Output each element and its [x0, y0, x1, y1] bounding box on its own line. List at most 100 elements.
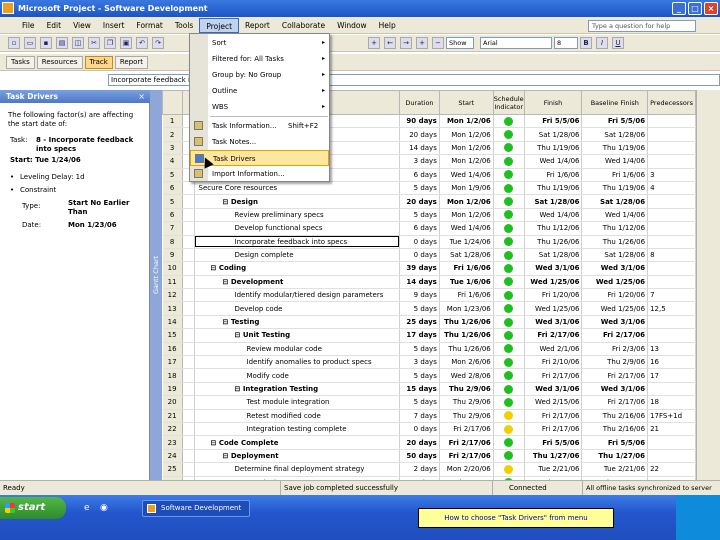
finish-date[interactable]: Thu 1/19/06: [524, 141, 583, 156]
task-name[interactable]: Determine final deployment strategy: [194, 462, 401, 477]
finish-date[interactable]: Wed 3/1/06: [524, 261, 583, 276]
finish-date[interactable]: Sat 1/28/06: [524, 194, 583, 209]
baseline-finish[interactable]: Fri 1/6/06: [581, 168, 649, 182]
table-row[interactable]: 25 Determine final deployment strategy 2 d…: [162, 462, 696, 477]
table-row[interactable]: 13 Develop code 5 days Mon 1/23/06 Wed 1/25/…: [162, 301, 696, 316]
info-cell[interactable]: [182, 449, 195, 464]
collapse-icon[interactable]: ⊟: [223, 278, 231, 286]
task-name[interactable]: ⊟ Deployment: [194, 449, 401, 464]
baseline-finish[interactable]: Sat 1/28/06: [581, 194, 649, 209]
predecessors[interactable]: [647, 328, 696, 343]
font-size-combo[interactable]: 8: [554, 37, 578, 49]
table-row[interactable]: 7 Develop functional specs 6 days Wed 1/4/0…: [162, 221, 696, 236]
duration[interactable]: 5 days: [399, 395, 440, 410]
duration[interactable]: 6 days: [399, 221, 440, 236]
task-id[interactable]: 4: [162, 154, 183, 169]
menu-window[interactable]: Window: [331, 18, 373, 33]
schedule-indicator[interactable]: [493, 235, 525, 249]
finish-date[interactable]: Thu 1/27/06: [524, 449, 583, 464]
bold-button[interactable]: B: [580, 37, 592, 49]
task-id[interactable]: 23: [162, 435, 183, 450]
col-finish-header[interactable]: Finish: [523, 90, 583, 115]
info-cell[interactable]: [182, 435, 195, 450]
predecessors[interactable]: 12,5: [647, 301, 696, 316]
start-date[interactable]: Wed 1/4/06: [439, 221, 494, 236]
start-date[interactable]: Tue 1/6/06: [439, 275, 494, 290]
finish-date[interactable]: Fri 2/17/06: [524, 409, 583, 423]
table-row[interactable]: 5 ⊟ Design 20 days Mon 1/2/06 Sat 1/28/06 Sat…: [162, 194, 696, 209]
info-cell[interactable]: [182, 288, 195, 303]
duration[interactable]: 20 days: [399, 435, 440, 450]
duration[interactable]: 50 days: [399, 449, 440, 464]
task-name[interactable]: Develop code: [194, 301, 401, 316]
start-date[interactable]: Tue 1/24/06: [439, 235, 494, 249]
cut-icon[interactable]: ✂: [88, 37, 100, 49]
guide-report-button[interactable]: Report: [114, 55, 149, 69]
plus-icon[interactable]: +: [416, 37, 428, 49]
redo-icon[interactable]: ↷: [152, 37, 164, 49]
menu-format[interactable]: Format: [130, 18, 168, 33]
table-row[interactable]: 18 Modify code 5 days Wed 2/8/06 Fri 2/17/06…: [162, 368, 696, 383]
duration[interactable]: 0 days: [399, 235, 440, 249]
task-id[interactable]: 6: [162, 181, 183, 196]
collapse-icon[interactable]: ⊟: [223, 198, 231, 206]
task-name[interactable]: ⊟ Coding: [194, 261, 401, 276]
task-id[interactable]: 20: [162, 395, 183, 410]
start-date[interactable]: Fri 1/6/06: [439, 288, 494, 303]
schedule-indicator[interactable]: [493, 114, 525, 129]
duration[interactable]: 90 days: [399, 114, 440, 129]
task-id[interactable]: 19: [162, 382, 183, 397]
task-id[interactable]: 15: [162, 328, 183, 343]
start-date[interactable]: Wed 2/8/06: [439, 368, 494, 383]
indent-icon[interactable]: +: [368, 37, 380, 49]
task-id[interactable]: 7: [162, 221, 183, 236]
start-date[interactable]: Mon 2/6/06: [439, 355, 494, 370]
table-row[interactable]: 8 Incorporate feedback into specs 0 days Tu…: [162, 235, 696, 249]
info-cell[interactable]: [182, 422, 195, 437]
baseline-finish[interactable]: Wed 1/4/06: [581, 208, 649, 223]
predecessors[interactable]: 3: [647, 168, 696, 182]
start-date[interactable]: Thu 1/26/06: [439, 328, 494, 343]
finish-date[interactable]: Sat 1/28/06: [524, 248, 583, 263]
col-predecessors-header[interactable]: Predecessors: [647, 90, 696, 115]
table-row[interactable]: 17 Identify anomalies to product specs 3 d…: [162, 355, 696, 370]
task-name[interactable]: Modify code: [194, 368, 401, 383]
menu-filtered-for-item[interactable]: Filtered for: All Tasks ▸: [190, 51, 329, 67]
info-cell[interactable]: [182, 181, 195, 196]
info-cell[interactable]: [182, 208, 195, 223]
menu-task-information-item[interactable]: Task Information... Shift+F2: [190, 118, 329, 134]
table-row[interactable]: 9 Design complete 0 days Sat 1/28/06 Sat 1/2…: [162, 248, 696, 263]
task-id[interactable]: 12: [162, 288, 183, 303]
predecessors[interactable]: [647, 194, 696, 209]
task-id[interactable]: 18: [162, 368, 183, 383]
info-cell[interactable]: [182, 235, 195, 249]
predecessors[interactable]: 4: [647, 181, 696, 196]
info-cell[interactable]: [182, 368, 195, 383]
task-name[interactable]: Develop functional specs: [194, 221, 401, 236]
table-row[interactable]: 12 Identify modular/tiered design paramet…: [162, 288, 696, 303]
col-schedule-indicator-header[interactable]: Schedule Indicator: [492, 90, 525, 115]
table-row[interactable]: 6 Review preliminary specs 5 days Mon 1/2/0…: [162, 208, 696, 223]
predecessors[interactable]: [647, 435, 696, 450]
task-name[interactable]: Secure Core resources: [194, 181, 401, 196]
baseline-finish[interactable]: Thu 1/12/06: [581, 221, 649, 236]
baseline-finish[interactable]: Thu 1/27/06: [581, 449, 649, 464]
menu-group-by-item[interactable]: Group by: No Group ▸: [190, 67, 329, 83]
duration[interactable]: 5 days: [399, 301, 440, 316]
start-date[interactable]: Mon 2/20/06: [439, 462, 494, 477]
menu-import-information-item[interactable]: Import Information...: [190, 166, 329, 182]
task-id[interactable]: 11: [162, 275, 183, 290]
start-date[interactable]: Sat 1/28/06: [439, 248, 494, 263]
table-row[interactable]: 22 Integration testing complete 0 days Fri …: [162, 422, 696, 437]
baseline-finish[interactable]: Fri 2/17/06: [581, 328, 649, 343]
table-row[interactable]: 6 Secure Core resources 5 days Mon 1/9/06 Th…: [162, 181, 696, 196]
finish-date[interactable]: Wed 1/4/06: [524, 208, 583, 223]
schedule-indicator[interactable]: [493, 382, 525, 397]
duration[interactable]: 25 days: [399, 315, 440, 330]
task-name[interactable]: ⊟ Unit Testing: [194, 328, 401, 343]
schedule-indicator[interactable]: [493, 342, 525, 357]
finish-date[interactable]: Thu 1/26/06: [524, 235, 583, 249]
start-button[interactable]: start: [0, 497, 66, 519]
save-icon[interactable]: ▪: [40, 37, 52, 49]
info-cell[interactable]: [182, 328, 195, 343]
